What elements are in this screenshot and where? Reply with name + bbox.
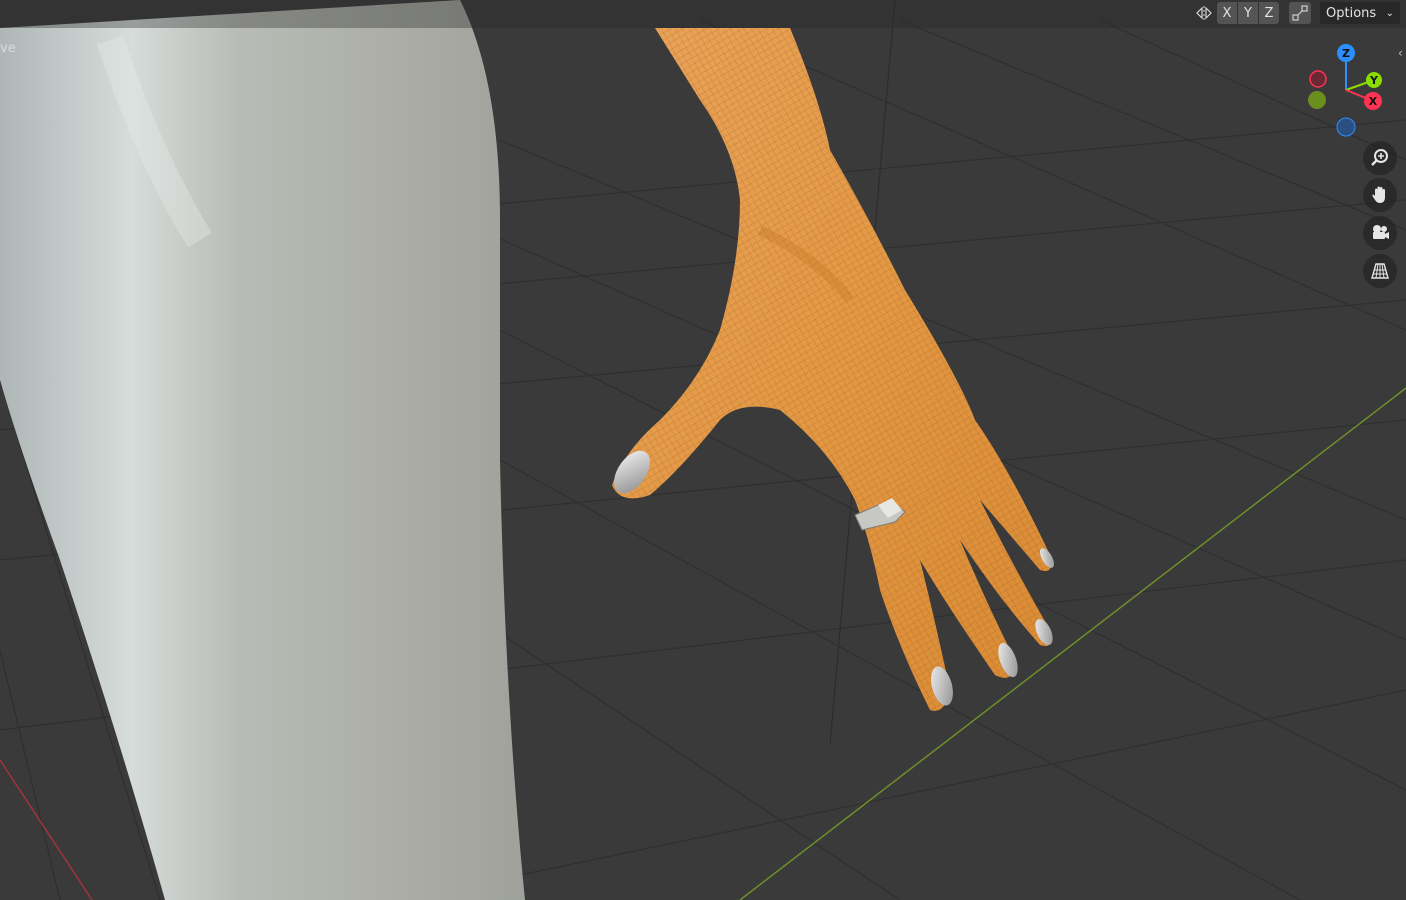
auto-normalize-icon[interactable]: [1289, 2, 1311, 24]
gizmo-x-label: X: [1369, 95, 1378, 108]
gizmo-neg-x: [1309, 70, 1327, 88]
mirror-icon[interactable]: [1193, 2, 1215, 24]
options-dropdown[interactable]: Options ⌄: [1320, 2, 1400, 24]
leg-mesh: [0, 0, 525, 900]
3d-viewport[interactable]: ve X Y Z Options ⌄ ‹ Z Y X: [0, 0, 1406, 900]
zoom-icon[interactable]: [1363, 141, 1397, 175]
hand-mesh: [612, 28, 1054, 711]
gizmo-neg-y: [1308, 91, 1326, 109]
gizmo-y-label: Y: [1369, 74, 1379, 87]
camera-icon[interactable]: [1363, 216, 1397, 250]
navigation-gizmo[interactable]: Z Y X: [1300, 40, 1400, 140]
grid-perspective-icon[interactable]: [1363, 254, 1397, 288]
chevron-down-icon: ⌄: [1385, 7, 1394, 19]
gizmo-z-label: Z: [1342, 47, 1350, 60]
mirror-axis-x-button[interactable]: X: [1217, 2, 1237, 24]
x-axis-line: [0, 759, 93, 900]
mirror-axis-z-button[interactable]: Z: [1259, 2, 1279, 24]
viewport-mode-label: ve: [0, 41, 16, 56]
hand-icon[interactable]: [1363, 178, 1397, 212]
mirror-axis-y-button[interactable]: Y: [1238, 2, 1258, 24]
options-label: Options: [1326, 5, 1377, 21]
scene-canvas[interactable]: [0, 0, 1406, 900]
gizmo-neg-z: [1336, 117, 1356, 137]
